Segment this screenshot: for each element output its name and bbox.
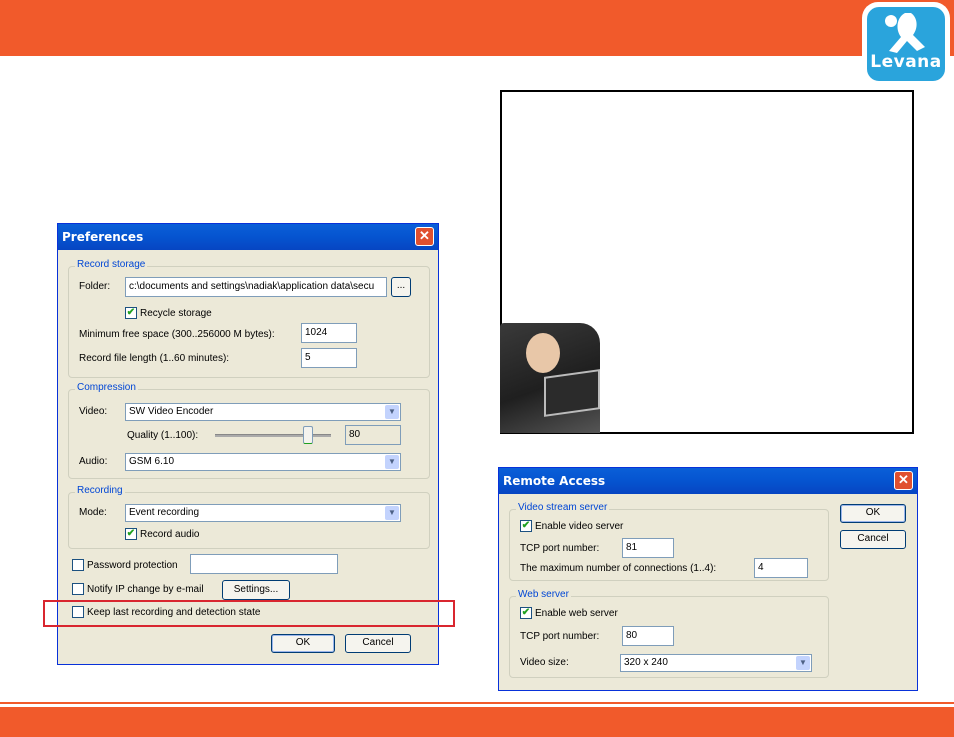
web-server-label: Web server xyxy=(516,589,571,600)
logo-text: Levana xyxy=(870,52,942,72)
bottom-banner xyxy=(0,707,954,737)
password-protection-label: Password protection xyxy=(87,560,178,571)
enable-video-server-checkbox[interactable]: ✔ xyxy=(520,520,532,532)
video-tcp-port-label: TCP port number: xyxy=(520,543,600,554)
preferences-titlebar[interactable]: Preferences xyxy=(58,224,438,250)
video-size-select[interactable]: 320 x 240 ▼ xyxy=(620,654,812,672)
web-tcp-port-label: TCP port number: xyxy=(520,631,600,642)
min-free-space-label: Minimum free space (300..256000 M bytes)… xyxy=(79,329,275,340)
levana-logo: Levana xyxy=(862,2,950,86)
bottom-rule xyxy=(0,702,954,704)
video-tcp-port-input[interactable]: 81 xyxy=(622,538,674,558)
recycle-storage-checkbox[interactable]: ✔ xyxy=(125,307,137,319)
enable-web-server-label: Enable web server xyxy=(535,608,618,619)
video-stream-group: Video stream server ✔ Enable video serve… xyxy=(509,502,829,581)
compression-label: Compression xyxy=(75,382,138,393)
mode-label: Mode: xyxy=(79,507,107,518)
video-codec-select[interactable]: SW Video Encoder ▼ xyxy=(125,403,401,421)
ok-button[interactable]: OK xyxy=(840,504,906,523)
file-length-label: Record file length (1..60 minutes): xyxy=(79,353,230,364)
remote-access-dialog: Remote Access ✕ Video stream server ✔ En… xyxy=(498,467,918,691)
recording-mode-value: Event recording xyxy=(129,507,200,518)
recycle-storage-label: Recycle storage xyxy=(140,308,212,319)
child-figure xyxy=(526,333,560,373)
web-server-group: Web server ✔ Enable web server TCP port … xyxy=(509,589,829,678)
cancel-button[interactable]: Cancel xyxy=(840,530,906,549)
video-stream-label: Video stream server xyxy=(516,502,610,513)
password-protection-checkbox[interactable] xyxy=(72,559,84,571)
chevron-down-icon[interactable]: ▼ xyxy=(385,455,399,469)
video-codec-value: SW Video Encoder xyxy=(129,406,214,417)
notify-ip-checkbox[interactable] xyxy=(72,583,84,595)
remote-access-titlebar[interactable]: Remote Access xyxy=(499,468,917,494)
folder-label: Folder: xyxy=(79,281,111,292)
video-size-label: Video size: xyxy=(520,657,569,668)
highlight-box xyxy=(43,600,455,627)
file-length-input[interactable]: 5 xyxy=(301,348,357,368)
chevron-down-icon[interactable]: ▼ xyxy=(385,506,399,520)
audio-label: Audio: xyxy=(79,456,108,467)
ok-button[interactable]: OK xyxy=(271,634,335,653)
video-label: Video: xyxy=(79,406,108,417)
browse-folder-button[interactable]: ... xyxy=(391,277,411,297)
video-size-value: 320 x 240 xyxy=(624,657,668,668)
preferences-dialog: Preferences ✕ Record storage Folder: c:\… xyxy=(57,223,439,665)
max-connections-label: The maximum number of connections (1..4)… xyxy=(520,563,717,574)
record-storage-group: Record storage Folder: c:\documents and … xyxy=(68,259,430,378)
quality-slider-track[interactable] xyxy=(215,434,331,437)
recording-label: Recording xyxy=(75,485,125,496)
close-icon[interactable]: ✕ xyxy=(415,227,434,246)
enable-video-server-label: Enable video server xyxy=(535,521,624,532)
logo-figure-icon xyxy=(885,13,925,53)
preferences-title: Preferences xyxy=(62,230,144,244)
record-storage-label: Record storage xyxy=(75,259,148,270)
quality-slider-thumb[interactable] xyxy=(302,426,313,444)
chevron-down-icon[interactable]: ▼ xyxy=(385,405,399,419)
quality-label: Quality (1..100): xyxy=(127,430,199,441)
min-free-space-input[interactable]: 1024 xyxy=(301,323,357,343)
child-with-laptop-photo xyxy=(500,323,600,433)
password-input[interactable] xyxy=(190,554,338,574)
chevron-down-icon[interactable]: ▼ xyxy=(796,656,810,670)
close-icon[interactable]: ✕ xyxy=(894,471,913,490)
laptop-icon xyxy=(544,369,600,417)
web-tcp-port-input[interactable]: 80 xyxy=(622,626,674,646)
record-audio-label: Record audio xyxy=(140,529,200,540)
recording-mode-select[interactable]: Event recording ▼ xyxy=(125,504,401,522)
record-audio-checkbox[interactable]: ✔ xyxy=(125,528,137,540)
recording-group: Recording Mode: Event recording ▼ ✔ Reco… xyxy=(68,485,430,549)
compression-group: Compression Video: SW Video Encoder ▼ Qu… xyxy=(68,382,430,479)
audio-codec-value: GSM 6.10 xyxy=(129,456,175,467)
remote-access-title: Remote Access xyxy=(503,474,606,488)
enable-web-server-checkbox[interactable]: ✔ xyxy=(520,607,532,619)
settings-button[interactable]: Settings... xyxy=(222,580,290,600)
notify-ip-label: Notify IP change by e-mail xyxy=(87,584,204,595)
cancel-button[interactable]: Cancel xyxy=(345,634,411,653)
folder-input[interactable]: c:\documents and settings\nadiak\applica… xyxy=(125,277,387,297)
top-banner xyxy=(0,0,954,56)
max-connections-input[interactable]: 4 xyxy=(754,558,808,578)
quality-value: 80 xyxy=(345,425,401,445)
audio-codec-select[interactable]: GSM 6.10 ▼ xyxy=(125,453,401,471)
